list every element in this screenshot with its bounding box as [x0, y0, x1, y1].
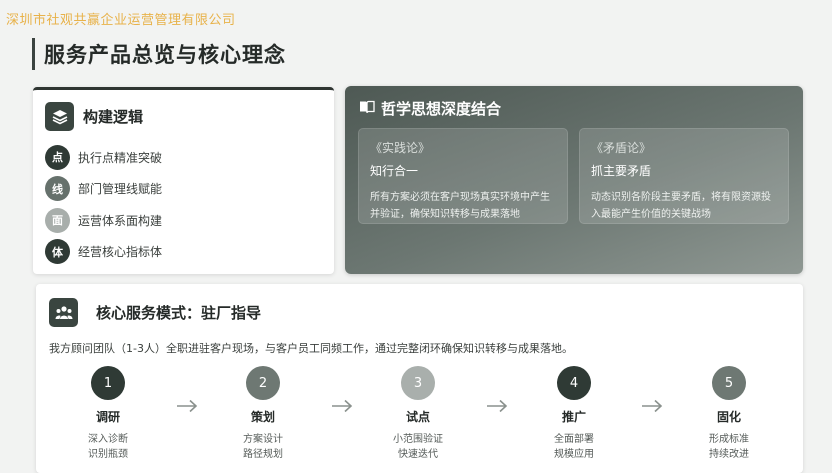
- logic-item: 面 运营体系面构建: [45, 207, 162, 233]
- process-step-planning: 2 策划 方案设计 路径规划: [218, 366, 308, 462]
- logic-badge-point: 点: [45, 144, 70, 170]
- step-title: 推广: [561, 410, 586, 424]
- step-desc-line: 规模应用: [554, 449, 594, 460]
- logic-item: 线 部门管理线赋能: [45, 176, 162, 202]
- logic-badge-body: 体: [45, 239, 70, 264]
- service-model-header: 核心服务模式：驻厂指导: [49, 298, 261, 327]
- service-model-intro: 我方顾问团队（1-3人）全职进驻客户现场，与客户员工同频工作，通过完整闭环确保知…: [49, 342, 573, 355]
- step-description: 方案设计 路径规划: [218, 432, 308, 462]
- arrow-right-icon: [331, 398, 353, 413]
- logic-badge-surface: 面: [45, 207, 70, 233]
- logic-item-label: 部门管理线赋能: [78, 182, 163, 196]
- step-desc-line: 快速迭代: [398, 449, 438, 460]
- philosophy-header: 哲学思想深度结合: [359, 98, 501, 119]
- page-title-bar: 服务产品总览与核心理念: [32, 38, 286, 70]
- philosophy-source: 《矛盾论》: [591, 141, 652, 155]
- process-step-consolidate: 5 固化 形成标准 持续改进: [684, 366, 774, 462]
- step-desc-line: 方案设计: [243, 434, 283, 445]
- logic-item: 点 执行点精准突破: [45, 144, 162, 170]
- step-desc-line: 形成标准: [709, 434, 749, 445]
- arrow-right-icon: [486, 398, 508, 413]
- page-title: 服务产品总览与核心理念: [44, 43, 286, 67]
- step-desc-line: 全面部署: [554, 434, 594, 445]
- company-watermark: 深圳市社观共赢企业运营管理有限公司: [6, 13, 236, 28]
- step-desc-line: 小范围验证: [393, 434, 443, 445]
- build-logic-header: 构建逻辑: [45, 102, 143, 131]
- process-step-pilot: 3 试点 小范围验证 快速迭代: [373, 366, 463, 462]
- logic-item: 体 经营核心指标体: [45, 239, 162, 265]
- logic-item-label: 运营体系面构建: [78, 213, 163, 228]
- process-step-research: 1 调研 深入诊断 识别瓶颈: [63, 366, 153, 462]
- build-logic-card: 构建逻辑 点 执行点精准突破 线 部门管理线赋能 面 运营体系面构建 体 经营核…: [33, 87, 334, 274]
- build-logic-list: 点 执行点精准突破 线 部门管理线赋能 面 运营体系面构建 体 经营核心指标体: [45, 144, 162, 270]
- step-title: 试点: [405, 410, 430, 424]
- philosophy-card: 哲学思想深度结合 《实践论》 知行合一 所有方案必须在客户现场真实环境中产生并验…: [345, 86, 803, 274]
- step-title: 调研: [95, 410, 120, 424]
- team-icon: [49, 298, 78, 327]
- philosophy-description: 所有方案必须在客户现场真实环境中产生并验证，确保知识转移与成果落地: [370, 192, 550, 220]
- service-model-title: 核心服务模式：驻厂指导: [96, 304, 262, 322]
- step-desc-line: 深入诊断: [88, 434, 128, 445]
- practice-theory-box: 《实践论》 知行合一 所有方案必须在客户现场真实环境中产生并验证，确保知识转移与…: [358, 128, 568, 224]
- philosophy-source: 《实践论》: [370, 141, 431, 155]
- step-title: 策划: [250, 410, 275, 424]
- philosophy-principle: 知行合一: [370, 164, 419, 178]
- philosophy-description: 动态识别各阶段主要矛盾，将有限资源投入最能产生价值的关键战场: [591, 192, 771, 220]
- step-number: 1: [91, 366, 125, 400]
- step-number: 4: [557, 366, 591, 400]
- process-step-rollout: 4 推广 全面部署 规模应用: [529, 366, 619, 462]
- step-desc-line: 路径规划: [243, 449, 283, 460]
- step-description: 小范围验证 快速迭代: [373, 432, 463, 462]
- logic-item-label: 执行点精准突破: [78, 150, 163, 165]
- book-open-icon: [359, 99, 375, 118]
- step-title: 固化: [716, 410, 741, 424]
- service-model-card: 核心服务模式：驻厂指导 我方顾问团队（1-3人）全职进驻客户现场，与客户员工同频…: [36, 284, 803, 473]
- step-number: 2: [246, 366, 280, 400]
- arrow-right-icon: [176, 398, 198, 413]
- philosophy-title: 哲学思想深度结合: [381, 100, 502, 118]
- layers-icon: [45, 102, 74, 131]
- logic-item-label: 经营核心指标体: [78, 245, 163, 259]
- arrow-right-icon: [641, 398, 663, 413]
- step-description: 深入诊断 识别瓶颈: [63, 432, 153, 462]
- philosophy-principle: 抓主要矛盾: [591, 164, 652, 178]
- logic-badge-line: 线: [45, 176, 70, 201]
- step-desc-line: 识别瓶颈: [88, 449, 128, 460]
- step-desc-line: 持续改进: [709, 449, 749, 460]
- step-number: 5: [712, 366, 746, 400]
- contradiction-theory-box: 《矛盾论》 抓主要矛盾 动态识别各阶段主要矛盾，将有限资源投入最能产生价值的关键…: [579, 128, 789, 224]
- build-logic-title: 构建逻辑: [83, 108, 144, 126]
- step-description: 全面部署 规模应用: [529, 432, 619, 462]
- step-description: 形成标准 持续改进: [684, 432, 774, 462]
- step-number: 3: [401, 366, 435, 400]
